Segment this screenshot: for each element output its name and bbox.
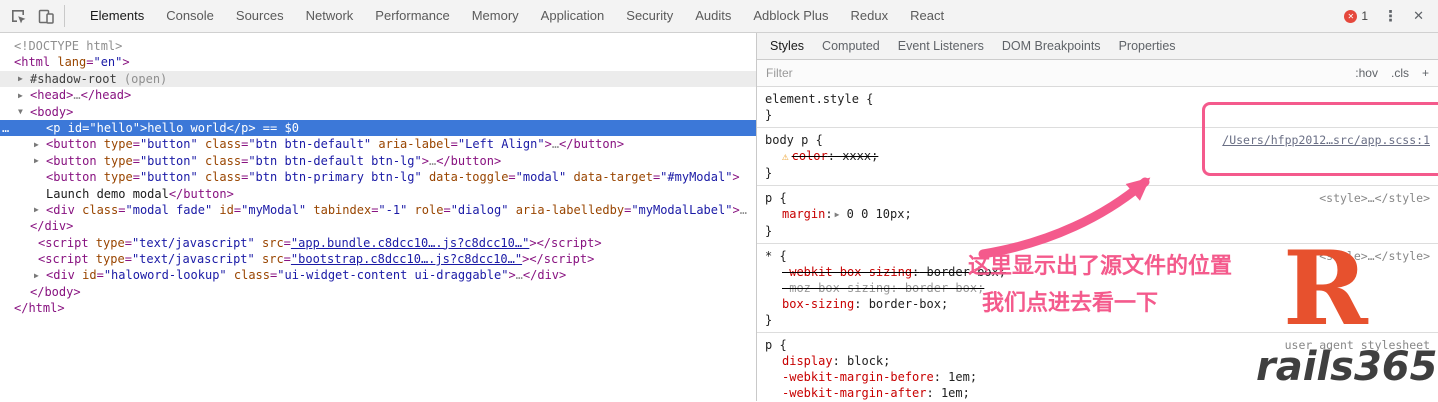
rails365-logo-icon: R (1283, 238, 1368, 340)
toolbar-tab-react[interactable]: React (899, 0, 955, 32)
filter-button-cls[interactable]: .cls (1391, 66, 1409, 80)
toolbar-right-group: ✕ 1 ⋮ ✕ (1344, 7, 1438, 25)
toolbar-separator (64, 5, 65, 27)
dom-tree-line[interactable]: ▶<button type="button" class="btn btn-de… (0, 136, 756, 152)
dom-tree-line[interactable]: ▶<head>…</head> (0, 87, 756, 103)
inspect-element-icon[interactable] (7, 5, 29, 27)
disclosure-open-icon[interactable]: ▼ (18, 104, 30, 120)
error-icon: ✕ (1344, 10, 1357, 23)
dom-tree-line[interactable]: <!DOCTYPE html> (0, 38, 756, 54)
filter-buttons: :hov .cls + (1355, 66, 1429, 80)
rails365-wordmark: rails365 (1256, 344, 1437, 390)
dom-tree-line[interactable]: <html lang="en"> (0, 54, 756, 70)
dom-tree-line[interactable]: </div> (0, 218, 756, 234)
filter-input[interactable] (766, 66, 1355, 80)
dom-tree-line[interactable]: ▶<div class="modal fade" id="myModal" ta… (0, 202, 756, 218)
toolbar-icon-group (0, 5, 64, 27)
error-count: 1 (1361, 9, 1368, 23)
toolbar-tab-elements[interactable]: Elements (79, 0, 155, 32)
elements-panel: <!DOCTYPE html><html lang="en">▶#shadow-… (0, 33, 757, 401)
dom-tree-line[interactable]: ▼<body> (0, 104, 756, 120)
sidebar-tab-properties[interactable]: Properties (1110, 33, 1185, 59)
dom-tree-line[interactable]: ▶<button type="button" class="btn btn-de… (0, 153, 756, 169)
filter-button-add[interactable]: + (1422, 66, 1429, 80)
sidebar-tab-dom-breakpoints[interactable]: DOM Breakpoints (993, 33, 1110, 59)
dom-tree-line[interactable]: ▶#shadow-root (open) (0, 71, 756, 87)
devtools-toolbar: ElementsConsoleSourcesNetworkPerformance… (0, 0, 1438, 33)
toolbar-tab-memory[interactable]: Memory (461, 0, 530, 32)
css-property[interactable]: ⚠color: xxxx; (765, 148, 1430, 165)
style-rule: /Users/hfpp2012…src/app.scss:1body p {⚠c… (757, 128, 1438, 186)
dom-tree-line[interactable]: </body> (0, 284, 756, 300)
annotation-text-line1: 这里显示出了源文件的位置 (968, 248, 1232, 280)
overflow-menu-icon[interactable]: ⋮ (1383, 7, 1398, 25)
toolbar-tab-performance[interactable]: Performance (364, 0, 460, 32)
close-devtools-icon[interactable]: ✕ (1413, 8, 1424, 24)
rule-close-brace: } (765, 107, 1430, 123)
styles-tab-strip: StylesComputedEvent ListenersDOM Breakpo… (757, 33, 1438, 60)
toolbar-tab-console[interactable]: Console (155, 0, 225, 32)
rule-close-brace: } (765, 165, 1430, 181)
styles-filter-bar: :hov .cls + (757, 60, 1438, 87)
dom-tree: <!DOCTYPE html><html lang="en">▶#shadow-… (0, 38, 756, 317)
warning-icon: ⚠ (782, 150, 789, 163)
toolbar-tab-application[interactable]: Application (530, 0, 616, 32)
rule-selector[interactable]: element.style { (765, 91, 1430, 107)
toolbar-tab-network[interactable]: Network (295, 0, 365, 32)
sidebar-tab-styles[interactable]: Styles (761, 33, 813, 59)
dom-tree-line[interactable]: </html> (0, 300, 756, 316)
toolbar-tab-strip: ElementsConsoleSourcesNetworkPerformance… (79, 0, 955, 32)
annotation-text-line2: 我们点进去看一下 (982, 285, 1158, 317)
disclosure-closed-icon[interactable]: ▶ (34, 202, 46, 218)
disclosure-closed-icon[interactable]: ▶ (18, 71, 30, 87)
device-toolbar-icon[interactable] (35, 5, 57, 27)
css-property[interactable]: margin:▶ 0 0 10px; (765, 206, 1430, 223)
dom-tree-line[interactable]: <script type="text/javascript" src="app.… (0, 235, 756, 251)
disclosure-closed-icon[interactable]: ▶ (34, 153, 46, 169)
toolbar-tab-security[interactable]: Security (615, 0, 684, 32)
devtools-body: <!DOCTYPE html><html lang="en">▶#shadow-… (0, 33, 1438, 401)
dom-tree-line[interactable]: …<p id="hello">hello world</p> == $0 (0, 120, 756, 136)
style-rule: element.style {} (757, 87, 1438, 128)
toolbar-tab-sources[interactable]: Sources (225, 0, 295, 32)
sidebar-tab-event-listeners[interactable]: Event Listeners (889, 33, 993, 59)
disclosure-closed-icon[interactable]: ▶ (34, 137, 46, 153)
selected-row-gutter: … (2, 120, 10, 136)
dom-tree-line[interactable]: <script type="text/javascript" src="boot… (0, 251, 756, 267)
filter-button-hov[interactable]: :hov (1355, 66, 1378, 80)
disclosure-closed-icon[interactable]: ▶ (34, 268, 46, 284)
error-count-badge[interactable]: ✕ 1 (1344, 9, 1368, 23)
dom-tree-line[interactable]: Launch demo modal</button> (0, 186, 756, 202)
sidebar-tab-computed[interactable]: Computed (813, 33, 889, 59)
stylesheet-source-link[interactable]: /Users/hfpp2012…src/app.scss:1 (1222, 132, 1430, 148)
disclosure-closed-icon[interactable]: ▶ (18, 88, 30, 104)
toolbar-tab-adblock-plus[interactable]: Adblock Plus (742, 0, 839, 32)
toolbar-tab-redux[interactable]: Redux (840, 0, 900, 32)
toolbar-tab-audits[interactable]: Audits (684, 0, 742, 32)
dom-tree-line[interactable]: <button type="button" class="btn btn-pri… (0, 169, 756, 185)
dom-tree-line[interactable]: ▶<div id="haloword-lookup" class="ui-wid… (0, 267, 756, 283)
stylesheet-source: <style>…</style> (1319, 190, 1430, 206)
